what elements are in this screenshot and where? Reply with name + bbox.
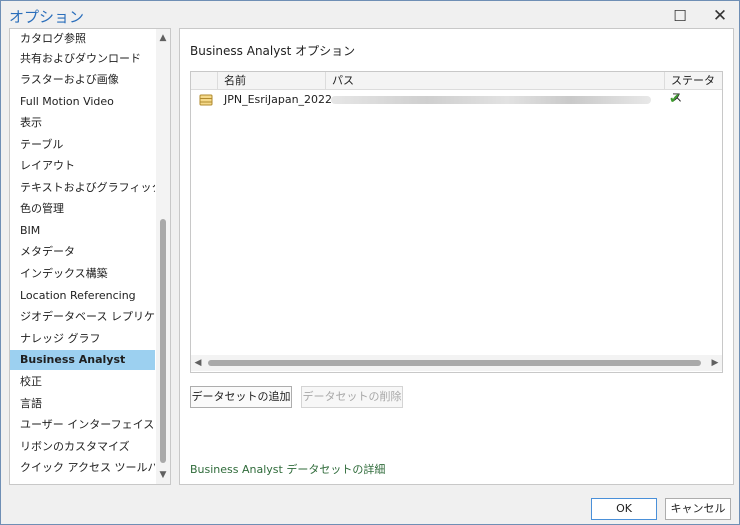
column-header-path[interactable]: パス xyxy=(325,72,664,89)
sidebar-item-customize-ribbon[interactable]: リボンのカスタマイズ xyxy=(10,437,155,457)
sidebar-item-user-interface[interactable]: ユーザー インターフェイス xyxy=(10,415,155,435)
ok-button[interactable]: OK xyxy=(591,498,657,520)
options-dialog: オプション ☐ ✕ カタログ参照 共有およびダウンロード ラスターおよび画像 F… xyxy=(0,0,740,525)
dataset-name-cell: JPN_EsriJapan_2022 xyxy=(224,93,333,106)
title-bar: オプション ☐ ✕ xyxy=(1,1,739,31)
close-icon[interactable]: ✕ xyxy=(705,5,735,27)
column-header-name[interactable]: 名前 xyxy=(217,72,325,89)
check-icon: ✔ xyxy=(669,91,681,107)
sidebar-item-indexing[interactable]: インデックス構築 xyxy=(10,264,155,284)
cancel-button[interactable]: キャンセル xyxy=(665,498,731,520)
dialog-title: オプション xyxy=(9,8,85,26)
sidebar-item-table[interactable]: テーブル xyxy=(10,135,155,155)
dataset-table: 名前 パス ステータス JPN_EsriJapan_2022 ✔ ◀ ▶ xyxy=(190,71,723,373)
sidebar-item-geodatabase-replication[interactable]: ジオデータベース レプリケーション xyxy=(10,307,155,327)
scroll-up-icon[interactable]: ▲ xyxy=(156,31,170,45)
sidebar-item-bim[interactable]: BIM xyxy=(10,221,155,241)
sidebar-item-color-management[interactable]: 色の管理 xyxy=(10,199,155,219)
sidebar-item-layout[interactable]: レイアウト xyxy=(10,156,155,176)
add-dataset-button[interactable]: データセットの追加 xyxy=(190,386,292,408)
dataset-path-cell-blurred xyxy=(331,96,651,104)
dataset-details-link[interactable]: Business Analyst データセットの詳細 xyxy=(190,461,385,477)
sidebar-item-metadata[interactable]: メタデータ xyxy=(10,242,155,262)
sidebar-item-share-download[interactable]: 共有およびダウンロード xyxy=(10,49,155,69)
sidebar-item-full-motion-video[interactable]: Full Motion Video xyxy=(10,92,155,112)
table-header: 名前 パス ステータス xyxy=(191,72,722,104)
sidebar-item-raster-imagery[interactable]: ラスターおよび画像 xyxy=(10,70,155,90)
scroll-left-icon[interactable]: ◀ xyxy=(191,355,205,371)
remove-dataset-button[interactable]: データセットの削除 xyxy=(301,386,403,408)
sidebar-scrollbar[interactable]: ▲ ▼ xyxy=(156,29,170,484)
table-horizontal-scrollbar[interactable]: ◀ ▶ xyxy=(191,355,722,371)
scrollbar-thumb[interactable] xyxy=(160,219,166,463)
sidebar-item-business-analyst[interactable]: Business Analyst xyxy=(10,350,155,370)
table-row[interactable]: JPN_EsriJapan_2022 ✔ xyxy=(191,90,722,110)
sidebar-item-language[interactable]: 言語 xyxy=(10,394,155,414)
sidebar-item-display[interactable]: 表示 xyxy=(10,113,155,133)
panel-title: Business Analyst オプション xyxy=(190,44,356,58)
scroll-down-icon[interactable]: ▼ xyxy=(156,468,170,482)
database-icon xyxy=(199,94,213,106)
sidebar-item-proofing[interactable]: 校正 xyxy=(10,372,155,392)
business-analyst-options-panel: Business Analyst オプション 名前 パス ステータス JPN_E… xyxy=(179,28,734,485)
sidebar-item-text-graphics[interactable]: テキストおよびグラフィックス xyxy=(10,178,155,198)
scrollbar-thumb[interactable] xyxy=(208,360,701,366)
sidebar-item-knowledge-graph[interactable]: ナレッジ グラフ xyxy=(10,329,155,349)
sidebar-item-location-referencing[interactable]: Location Referencing xyxy=(10,286,155,306)
sidebar-item-catalog-browse[interactable]: カタログ参照 xyxy=(10,29,155,49)
sidebar-item-quick-access-toolbar[interactable]: クイック アクセス ツールバー xyxy=(10,458,155,478)
column-header-status[interactable]: ステータス xyxy=(664,72,722,104)
scroll-right-icon[interactable]: ▶ xyxy=(708,355,722,371)
maximize-icon[interactable]: ☐ xyxy=(665,5,695,27)
options-category-list: カタログ参照 共有およびダウンロード ラスターおよび画像 Full Motion… xyxy=(9,28,171,485)
